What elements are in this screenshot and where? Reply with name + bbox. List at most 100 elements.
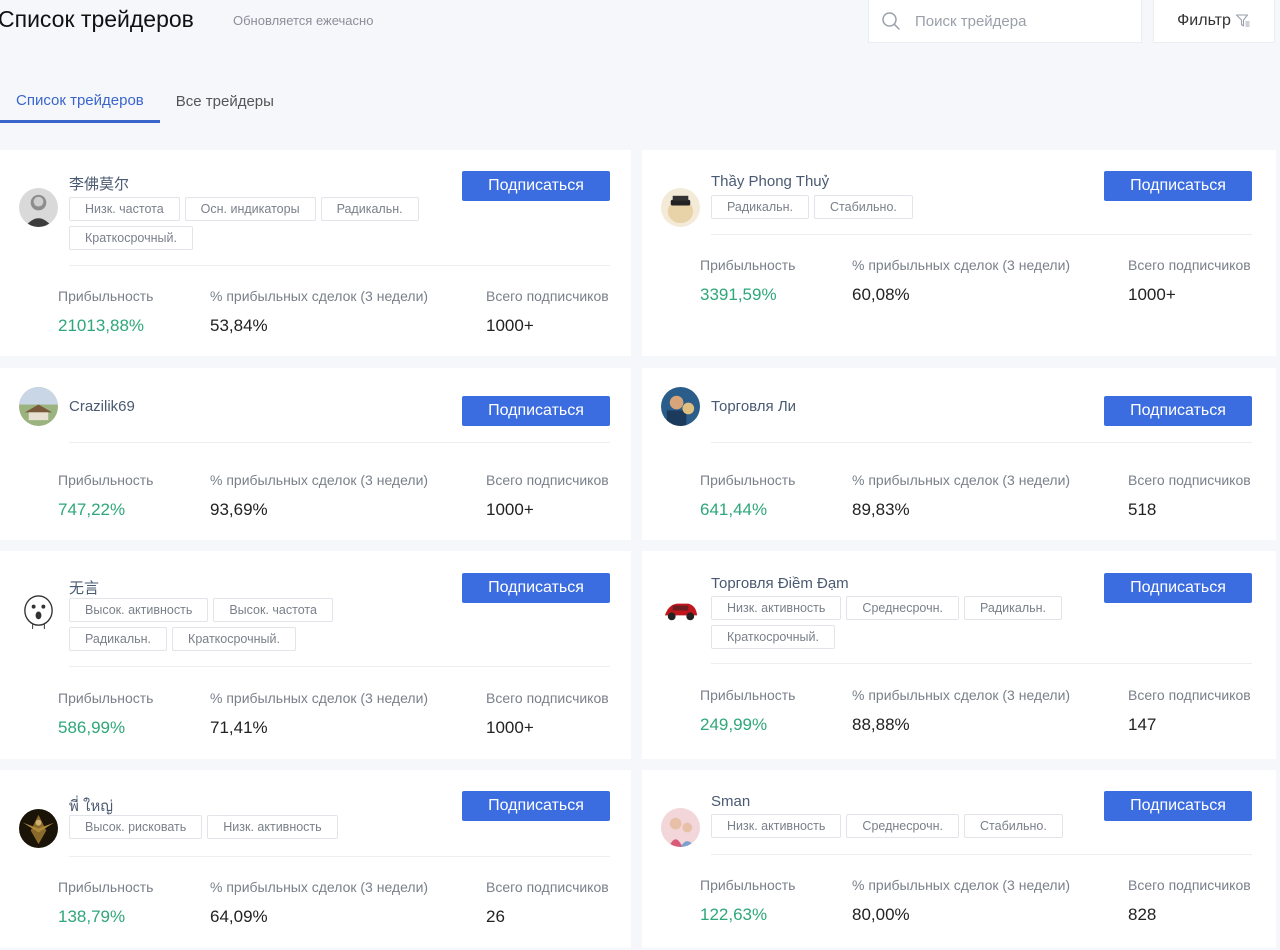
divider [69,265,610,266]
trader-card[interactable]: Thầy Phong Thuỷ Радикальн. Стабильно. Подпи… [642,150,1276,356]
trader-tag: Радикальн. [964,596,1063,620]
trader-tags: Высок. активность Высок. частота Радикальн… [69,598,429,651]
trader-card[interactable]: Торговля Điềm Đạm Низк. активность Среднес… [642,551,1276,759]
subscribe-button[interactable]: Подписаться [462,396,610,426]
search-input[interactable] [915,12,1115,30]
trader-tags: Радикальн. Стабильно. [711,195,1071,219]
followers-value: 828 [1128,905,1157,924]
divider [69,856,610,857]
followers-label: Всего подписчиков [486,472,609,488]
tab-all-traders[interactable]: Все трейдеры [160,80,290,123]
trader-tags: Низк. активность Среднесрочн. Стабильно. [711,814,1071,838]
profit-value: 21013,88% [58,316,145,335]
followers-label: Всего подписчиков [1128,687,1251,703]
trader-avatar[interactable] [19,809,58,848]
trader-avatar[interactable] [19,188,58,227]
profit-label: Прибыльность [700,877,796,893]
trader-card[interactable]: 无言 Высок. активность Высок. частота Радикал… [0,551,631,759]
divider [711,854,1252,855]
trader-tag: Краткосрочный. [711,625,835,649]
trader-avatar[interactable] [19,387,58,426]
profit-label: Прибыльность [700,472,796,488]
win-rate-value: 71,41% [210,718,268,737]
win-rate-label: % прибыльных сделок (3 недели) [210,472,429,488]
win-rate-value: 88,88% [852,715,910,734]
trader-avatar[interactable] [661,590,700,629]
trader-tags: Низк. активность Среднесрочн. Радикальн. Кр… [711,596,1071,649]
trader-tags: Высок. рисковать Низк. активность [69,815,429,839]
profit-value: 747,22% [58,500,126,519]
divider [711,663,1252,664]
trader-tag: Радикальн. [711,195,810,219]
trader-avatar[interactable] [661,387,700,426]
trader-avatar[interactable] [661,188,700,227]
divider [69,442,610,443]
trader-name[interactable]: 无言 [69,577,99,598]
trader-name[interactable]: Sman [711,793,750,810]
trader-name[interactable]: 李佛莫尔 [69,173,129,194]
trader-tag: Радикальн. [320,197,419,221]
win-rate-label: % прибыльных сделок (3 недели) [852,257,1071,273]
search-box[interactable] [868,0,1142,43]
trader-tag: Высок. частота [213,598,333,622]
divider [711,442,1252,443]
search-icon [882,12,900,30]
trader-card[interactable]: Sman Низк. активность Среднесрочн. Стабильн… [642,770,1276,948]
subscribe-button[interactable]: Подписаться [462,171,610,201]
trader-name[interactable]: Thầy Phong Thuỷ [711,173,829,190]
trader-name[interactable]: Crazilik69 [69,398,135,415]
followers-label: Всего подписчиков [1128,472,1251,488]
tab-bar: Список трейдеров Все трейдеры [0,80,290,124]
profit-label: Прибыльность [58,690,154,706]
trader-avatar[interactable] [19,592,58,631]
trader-tag: Высок. активность [69,598,209,622]
profit-label: Прибыльность [58,472,154,488]
trader-tag: Радикальн. [69,627,168,651]
profit-value: 3391,59% [700,285,777,304]
update-note: Обновляется ежечасно [233,13,374,28]
win-rate-label: % прибыльных сделок (3 недели) [852,687,1071,703]
filter-icon [1235,14,1250,27]
divider [711,234,1252,235]
trader-avatar[interactable] [661,808,700,847]
trader-name[interactable]: Торговля Ли [711,398,796,415]
subscribe-button[interactable]: Подписаться [1104,171,1252,201]
trader-name[interactable]: Торговля Điềm Đạm [711,575,849,592]
profit-label: Прибыльность [700,687,796,703]
followers-value: 1000+ [486,316,534,335]
followers-label: Всего подписчиков [486,879,609,895]
trader-tag: Краткосрочный. [172,627,296,651]
trader-card[interactable]: 李佛莫尔 Низк. частота Осн. индикаторы Радикаль… [0,150,631,356]
win-rate-value: 53,84% [210,316,268,335]
trader-card[interactable]: Торговля Ли Подписаться Прибыльность % приб… [642,368,1276,540]
divider [69,666,610,667]
subscribe-button[interactable]: Подписаться [1104,573,1252,603]
subscribe-button[interactable]: Подписаться [1104,396,1252,426]
trader-tag: Низк. активность [711,596,842,620]
win-rate-label: % прибыльных сделок (3 недели) [210,288,429,304]
win-rate-label: % прибыльных сделок (3 недели) [852,877,1071,893]
page: Список трейдеров Обновляется ежечасно Фи… [0,0,1280,950]
filter-button[interactable]: Фильтр [1153,0,1275,43]
trader-card[interactable]: พี่ ใหญ่ Высок. рисковать Низк. активность… [0,770,631,948]
trader-tags: Низк. частота Осн. индикаторы Радикальн. Кр… [69,197,429,250]
tab-trader-list[interactable]: Список трейдеров [0,80,160,123]
filter-label: Фильтр [1177,12,1231,29]
followers-value: 147 [1128,715,1157,734]
win-rate-value: 64,09% [210,907,268,926]
trader-card[interactable]: Crazilik69 Подписаться Прибыльность % прибы… [0,368,631,540]
trader-tag: Низк. частота [69,197,180,221]
followers-value: 1000+ [486,718,534,737]
profit-label: Прибыльность [700,257,796,273]
subscribe-button[interactable]: Подписаться [462,573,610,603]
subscribe-button[interactable]: Подписаться [462,791,610,821]
trader-tag: Стабильно. [814,195,913,219]
trader-tag: Среднесрочн. [846,814,959,838]
profit-value: 586,99% [58,718,126,737]
profit-label: Прибыльность [58,288,154,304]
win-rate-label: % прибыльных сделок (3 недели) [210,690,429,706]
subscribe-button[interactable]: Подписаться [1104,791,1252,821]
followers-label: Всего подписчиков [1128,877,1251,893]
trader-tag: Среднесрочн. [846,596,959,620]
followers-value: 1000+ [486,500,534,519]
